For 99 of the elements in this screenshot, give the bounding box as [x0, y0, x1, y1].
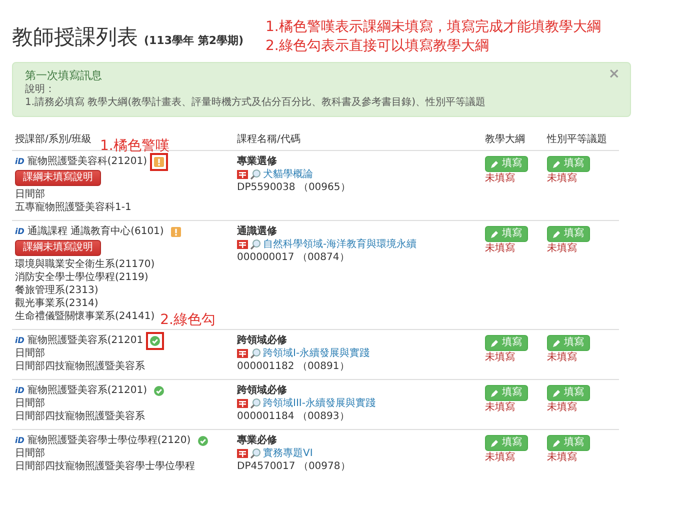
- status-text: 未填寫: [547, 351, 577, 364]
- department-name: 寵物照護暨美容系(21201): [27, 384, 148, 397]
- class-info: 日間部: [15, 397, 45, 410]
- class-info: 日間部: [15, 347, 45, 360]
- search-icon[interactable]: [250, 239, 261, 250]
- department-name: 寵物照護暨美容學士學位學程(2120): [27, 434, 191, 447]
- fill-in-button[interactable]: 填寫: [485, 156, 528, 172]
- column-header: 性別平等議題: [547, 133, 607, 147]
- pencil-icon: [491, 230, 499, 238]
- id-label: iD: [15, 335, 24, 347]
- search-icon[interactable]: [250, 169, 261, 180]
- search-icon[interactable]: [250, 398, 261, 409]
- course-link[interactable]: 自然科學領域-海洋教育與環境永續: [263, 238, 417, 251]
- fill-in-button[interactable]: 填寫: [547, 385, 590, 401]
- course-link[interactable]: 跨領域III-永續發展與實踐: [263, 397, 376, 410]
- column-header: 授課部/系別/班級: [15, 133, 92, 147]
- course-code: 000001184 （00893）: [237, 410, 350, 423]
- search-icon[interactable]: [250, 348, 261, 359]
- search-icon[interactable]: [250, 448, 261, 459]
- class-info: 日間部: [15, 188, 45, 201]
- annotation-label: 2.綠色勾: [160, 312, 216, 328]
- annotation-label: 1.橘色警嘆: [100, 138, 170, 154]
- fill-in-button[interactable]: 填寫: [547, 335, 590, 351]
- department-name: 通識課程 通識教育中心(6101): [27, 225, 164, 238]
- document-icon[interactable]: [237, 169, 248, 180]
- term-label: (113學年 第2學期): [144, 33, 244, 48]
- class-info: 日間部四技寵物照護暨美容系: [15, 360, 145, 373]
- document-icon[interactable]: [237, 239, 248, 250]
- id-label: iD: [15, 385, 24, 397]
- alert-text: 1.請務必填寫 教學大綱(教學計畫表、評量時機方式及佔分百分比、教科書及參考書目錄)、性別平等議題: [25, 96, 487, 109]
- pencil-icon: [553, 439, 561, 447]
- status-text: 未填寫: [485, 451, 515, 464]
- id-label: iD: [15, 156, 24, 168]
- status-text: 未填寫: [547, 401, 577, 414]
- class-info: 日間部: [15, 447, 45, 460]
- course-type: 專業必修: [237, 434, 277, 447]
- fill-in-button[interactable]: 填寫: [547, 156, 590, 172]
- course-type: 專業選修: [237, 155, 277, 168]
- check-icon: [198, 436, 208, 446]
- pencil-icon: [553, 389, 561, 397]
- pencil-icon: [491, 389, 499, 397]
- document-icon[interactable]: [237, 398, 248, 409]
- status-text: 未填寫: [547, 242, 577, 255]
- class-info: 五專寵物照護暨美容科1-1: [15, 201, 132, 214]
- pencil-icon: [491, 160, 499, 168]
- check-icon: [154, 386, 164, 396]
- id-label: iD: [15, 226, 24, 238]
- pencil-icon: [491, 439, 499, 447]
- fill-in-button[interactable]: 填寫: [485, 335, 528, 351]
- close-button[interactable]: ×: [608, 66, 620, 82]
- course-type: 跨領域必修: [237, 384, 287, 397]
- id-label: iD: [15, 435, 24, 447]
- document-icon[interactable]: [237, 448, 248, 459]
- class-info: 消防安全學士學位學程(2119): [15, 271, 148, 284]
- status-text: 未填寫: [485, 401, 515, 414]
- class-info: 觀光事業系(2314): [15, 297, 98, 310]
- status-text: 未填寫: [547, 451, 577, 464]
- class-info: 日間部四技寵物照護暨美容系: [15, 410, 145, 423]
- status-text: 未填寫: [485, 351, 515, 364]
- course-link[interactable]: 實務專題VI: [263, 447, 313, 460]
- alert-title: 第一次填寫訊息: [25, 68, 102, 83]
- department-name: 寵物照護暨美容科(21201): [27, 155, 148, 168]
- course-type: 跨領域必修: [237, 334, 287, 347]
- pencil-icon: [491, 339, 499, 347]
- document-icon[interactable]: [237, 348, 248, 359]
- class-info: 生命禮儀暨關懷事業系(24141): [15, 310, 155, 323]
- fill-in-button[interactable]: 填寫: [547, 435, 590, 451]
- department-name: 寵物照護暨美容系(21201: [27, 334, 144, 347]
- pencil-icon: [553, 160, 561, 168]
- syllabus-note-button[interactable]: 課綱未填寫說明: [15, 240, 101, 256]
- alert-text: 說明：: [25, 83, 56, 96]
- course-link[interactable]: 犬貓學概論: [263, 168, 313, 181]
- fill-in-button[interactable]: 填寫: [485, 385, 528, 401]
- column-header: 課程名稱/代碼: [237, 133, 300, 147]
- pencil-icon: [553, 339, 561, 347]
- course-code: 000000017 （00874）: [237, 251, 350, 264]
- syllabus-note-button[interactable]: 課綱未填寫說明: [15, 170, 101, 186]
- course-type: 通識選修: [237, 225, 277, 238]
- status-text: 未填寫: [485, 242, 515, 255]
- warning-icon: [154, 156, 164, 166]
- page-title: 教師授課列表: [12, 24, 138, 51]
- class-info: 餐旅管理系(2313): [15, 284, 98, 297]
- column-header: 教學大綱: [485, 133, 525, 147]
- class-info: 環境與職業安全衛生系(21170): [15, 258, 155, 271]
- warning-icon: [170, 226, 181, 236]
- status-text: 未填寫: [547, 172, 577, 185]
- fill-in-button[interactable]: 填寫: [485, 435, 528, 451]
- pencil-icon: [553, 230, 561, 238]
- fill-in-button[interactable]: 填寫: [547, 226, 590, 242]
- course-code: DP5590038 （00965）: [237, 181, 350, 194]
- course-code: DP4570017 （00978）: [237, 460, 350, 473]
- annotation-note: 1.橘色警嘆表示課綱未填寫，填寫完成才能填教學大綱: [266, 18, 601, 37]
- check-icon: [150, 336, 160, 346]
- fill-in-button[interactable]: 填寫: [485, 226, 528, 242]
- class-info: 日間部四技寵物照護暨美容學士學位學程: [15, 460, 195, 473]
- course-code: 000001182 （00891）: [237, 360, 350, 373]
- annotation-note: 2.綠色勾表示直接可以填寫教學大綱: [266, 37, 490, 56]
- status-text: 未填寫: [485, 172, 515, 185]
- course-link[interactable]: 跨領域I-永續發展與實踐: [263, 347, 370, 360]
